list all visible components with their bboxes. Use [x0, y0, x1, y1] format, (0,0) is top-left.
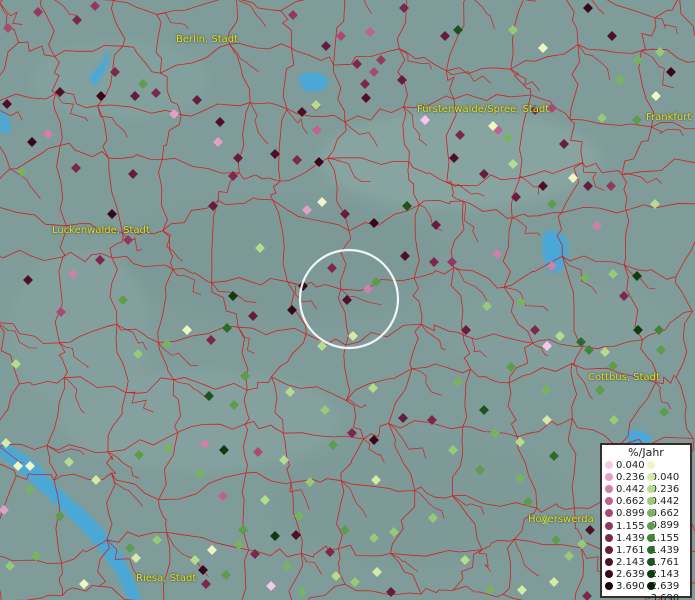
legend-swatch — [647, 569, 655, 578]
legend-label: 1.439 — [616, 532, 645, 544]
legend-entry: -0.236 — [647, 472, 690, 495]
legend-swatch — [647, 582, 655, 590]
legend-swatch — [605, 497, 613, 506]
legend-entry: 2.143 — [605, 557, 645, 569]
legend-swatch — [605, 461, 613, 469]
legend-label: 0.899 — [616, 508, 645, 520]
legend-swatch — [647, 497, 655, 506]
legend-label: 3.690 — [616, 581, 645, 592]
legend-swatch — [605, 582, 613, 590]
legend-entry: -2.143 — [647, 557, 690, 580]
legend-swatch — [605, 485, 613, 494]
legend-entry: -0.662 — [647, 496, 690, 519]
legend-label: 0.442 — [616, 484, 645, 496]
legend-title: %/Jahr — [628, 446, 664, 459]
legend-entry: -2.639 — [647, 569, 690, 592]
legend-swatch — [605, 557, 613, 566]
legend-entry: -1.761 — [647, 545, 690, 568]
legend-label: 1.155 — [616, 520, 645, 532]
legend-entry: 3.690 — [605, 581, 645, 593]
legend-entry: 0.040 — [605, 460, 645, 472]
place-label: Cottbus, Stadt — [588, 372, 660, 383]
legend-label: 2.143 — [616, 556, 645, 568]
legend-swatch — [605, 509, 613, 518]
place-label: Riesa, Stadt — [136, 573, 197, 584]
legend-swatch — [605, 533, 613, 542]
legend-entry: 0.442 — [605, 484, 645, 496]
legend-swatch — [647, 533, 655, 542]
legend-entry: -1.155 — [647, 521, 690, 544]
legend-swatch — [647, 509, 655, 518]
place-label: Fürstenwalde/Spree, Stadt — [417, 104, 550, 115]
legend-label: -3.690 — [647, 593, 680, 600]
legend-label: 1.761 — [616, 544, 645, 556]
legend-entry: -0.899 — [647, 508, 690, 531]
map-view[interactable]: Berlin, Stadt Fürstenwalde/Spree, Stadt Fr… — [0, 0, 695, 600]
legend-swatch — [605, 569, 613, 578]
place-label: Berlin, Stadt — [176, 34, 239, 45]
legend-swatch — [605, 545, 613, 554]
place-label: Frankfurt — [646, 112, 692, 123]
legend-entry: -0.442 — [647, 484, 690, 507]
legend-swatch — [647, 485, 655, 494]
legend-entry: 0.899 — [605, 508, 645, 520]
legend-label: 0.662 — [616, 496, 645, 508]
legend-entry: -0.040 — [647, 460, 690, 483]
legend-entry: 1.439 — [605, 533, 645, 545]
legend-label: 2.639 — [616, 568, 645, 580]
legend-swatch — [647, 557, 655, 566]
legend-entry: 0.662 — [605, 496, 645, 508]
legend-swatch — [647, 545, 655, 554]
legend-entry: -1.439 — [647, 533, 690, 556]
legend-entry: 1.761 — [605, 545, 645, 557]
legend-swatch — [647, 473, 655, 482]
legend-swatch — [647, 521, 655, 530]
legend-label: 0.040 — [616, 460, 645, 471]
legend-swatch — [605, 521, 613, 530]
legend-entry: -3.690 — [647, 581, 690, 600]
legend: %/Jahr 0.040 0.236 0.442 0.662 0.899 1.155 1.4… — [600, 443, 692, 600]
place-label: Hoyerswerda — [528, 514, 594, 525]
legend-entry: 1.155 — [605, 521, 645, 533]
legend-swatch — [647, 461, 655, 469]
legend-swatch — [605, 473, 613, 482]
legend-label: 0.236 — [616, 472, 645, 484]
legend-entry: 2.639 — [605, 569, 645, 581]
place-label: Luckenwalde, Stadt — [52, 225, 150, 236]
legend-entry: 0.236 — [605, 472, 645, 484]
map-canvas[interactable] — [0, 0, 695, 600]
